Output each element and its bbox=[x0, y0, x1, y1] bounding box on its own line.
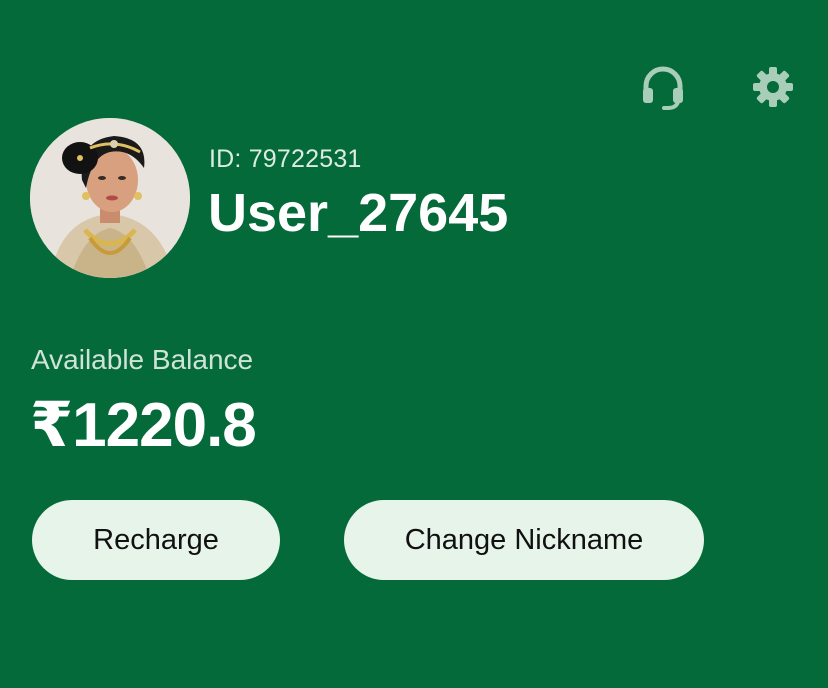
user-id: ID: 79722531 bbox=[209, 145, 362, 173]
recharge-button[interactable]: Recharge bbox=[32, 500, 280, 580]
headset-icon[interactable] bbox=[640, 64, 686, 110]
balance-label: Available Balance bbox=[31, 344, 254, 375]
balance-value: ₹1220.8 bbox=[30, 391, 257, 460]
gear-icon[interactable] bbox=[750, 64, 796, 110]
username: User_27645 bbox=[208, 183, 509, 243]
change-nickname-button[interactable]: Change Nickname bbox=[344, 500, 704, 580]
avatar[interactable] bbox=[30, 118, 190, 278]
